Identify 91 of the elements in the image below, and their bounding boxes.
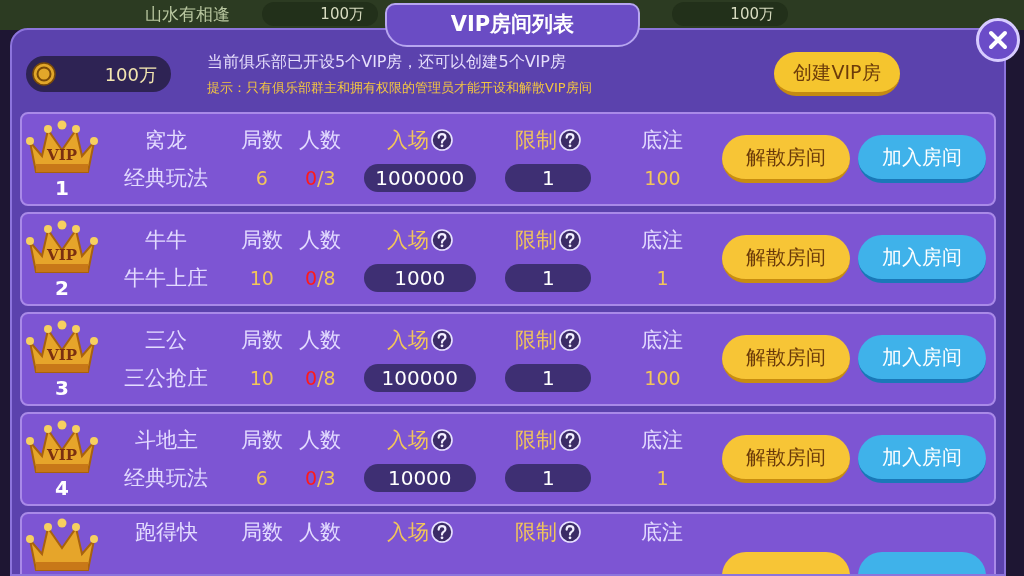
crown-icon (25, 320, 98, 373)
field-label: 底注 (641, 427, 684, 454)
game-mode: 经典玩法 (124, 465, 209, 492)
room-number: 3 (55, 378, 69, 398)
rounds-value: 6 (255, 166, 268, 191)
field-label: 底注 (641, 127, 684, 154)
entry-value: 10000 (363, 464, 476, 492)
base-bet-value: 100 (644, 166, 681, 191)
coin-icon (32, 62, 56, 86)
entry-value: 1000000 (363, 164, 476, 192)
help-icon[interactable] (430, 329, 453, 351)
game-mode: 经典玩法 (124, 165, 209, 192)
field-label: 入场 (386, 227, 429, 254)
field-label: 局数 (240, 127, 283, 154)
field-label: 局数 (240, 427, 283, 454)
game-name: 斗地主 (134, 427, 198, 454)
base-bet-value: 100 (644, 366, 681, 391)
field-label: 局数 (240, 327, 283, 354)
dismiss-room-button[interactable]: 解散房间 (722, 135, 850, 183)
field-label: 限制 (515, 327, 558, 354)
field-label: 人数 (299, 327, 342, 354)
coin-counter: 100万 (672, 2, 788, 26)
rounds-value: 10 (249, 366, 274, 391)
players-value: 0/3 (305, 466, 336, 491)
field-label: 底注 (641, 519, 684, 546)
base-bet-value: 1 (656, 266, 669, 291)
field-label: 限制 (515, 127, 558, 154)
limit-value: 1 (505, 264, 592, 292)
entry-value: 100000 (363, 364, 476, 392)
field-label: 人数 (299, 427, 342, 454)
room-count-text: 当前俱乐部已开设5个VIP房，还可以创建5个VIP房 (207, 51, 567, 74)
crown-icon (25, 220, 98, 273)
field-label: 入场 (386, 327, 429, 354)
field-label: 底注 (641, 227, 684, 254)
crown-icon (25, 420, 98, 473)
field-label: 人数 (299, 127, 342, 154)
limit-value: 1 (505, 464, 592, 492)
field-label: 限制 (515, 427, 558, 454)
game-mode: 三公抢庄 (124, 365, 209, 392)
field-label: 入场 (386, 127, 429, 154)
players-value: 0/8 (305, 266, 336, 291)
entry-value: 1000 (363, 264, 476, 292)
players-value: 0/3 (305, 166, 336, 191)
help-icon[interactable] (430, 521, 453, 543)
help-icon[interactable] (430, 129, 453, 151)
help-icon[interactable] (559, 329, 582, 351)
field-label: 入场 (386, 519, 429, 546)
field-label: 底注 (641, 327, 684, 354)
game-mode: 牛牛上庄 (124, 265, 209, 292)
field-label: 人数 (299, 519, 342, 546)
help-icon[interactable] (559, 129, 582, 151)
field-label: 限制 (515, 519, 558, 546)
vip-label: VIP (47, 346, 77, 364)
room-number: 2 (55, 278, 69, 298)
game-name: 跑得快 (134, 519, 198, 546)
field-label: 入场 (386, 427, 429, 454)
game-name: 窝龙 (145, 127, 188, 154)
field-label: 限制 (515, 227, 558, 254)
coin-counter: 100万 (262, 2, 378, 26)
room-number: 1 (55, 178, 69, 198)
club-name: 山水有相逢 (145, 3, 230, 26)
game-name: 牛牛 (145, 227, 188, 254)
vip-label: VIP (47, 446, 77, 464)
help-icon[interactable] (430, 429, 453, 451)
help-icon[interactable] (430, 229, 453, 251)
vip-label: VIP (47, 246, 77, 264)
dismiss-room-button[interactable]: 解散房间 (722, 235, 850, 283)
dismiss-room-button[interactable]: 解散房间 (722, 335, 850, 383)
players-value: 0/8 (305, 366, 336, 391)
limit-value: 1 (505, 164, 592, 192)
rounds-value: 10 (249, 266, 274, 291)
field-label: 人数 (299, 227, 342, 254)
dialog-title: VIP房间列表 (385, 3, 640, 47)
close-icon[interactable] (988, 30, 1008, 50)
hint-text: 提示：只有俱乐部群主和拥有权限的管理员才能开设和解散VIP房间 (207, 79, 592, 98)
field-label: 局数 (240, 519, 283, 546)
balance-amount: 100万 (103, 62, 157, 87)
dismiss-room-button[interactable]: 解散房间 (722, 435, 850, 483)
create-room-button[interactable]: 创建VIP房 (774, 52, 900, 96)
help-icon[interactable] (559, 429, 582, 451)
field-label: 局数 (240, 227, 283, 254)
limit-value: 1 (505, 364, 592, 392)
crown-icon (25, 120, 98, 173)
room-number: 4 (55, 478, 69, 498)
vip-label: VIP (47, 146, 77, 164)
help-icon[interactable] (559, 521, 582, 543)
rounds-value: 6 (255, 466, 268, 491)
crown-icon (25, 518, 98, 571)
base-bet-value: 1 (656, 466, 669, 491)
help-icon[interactable] (559, 229, 582, 251)
game-name: 三公 (145, 327, 188, 354)
